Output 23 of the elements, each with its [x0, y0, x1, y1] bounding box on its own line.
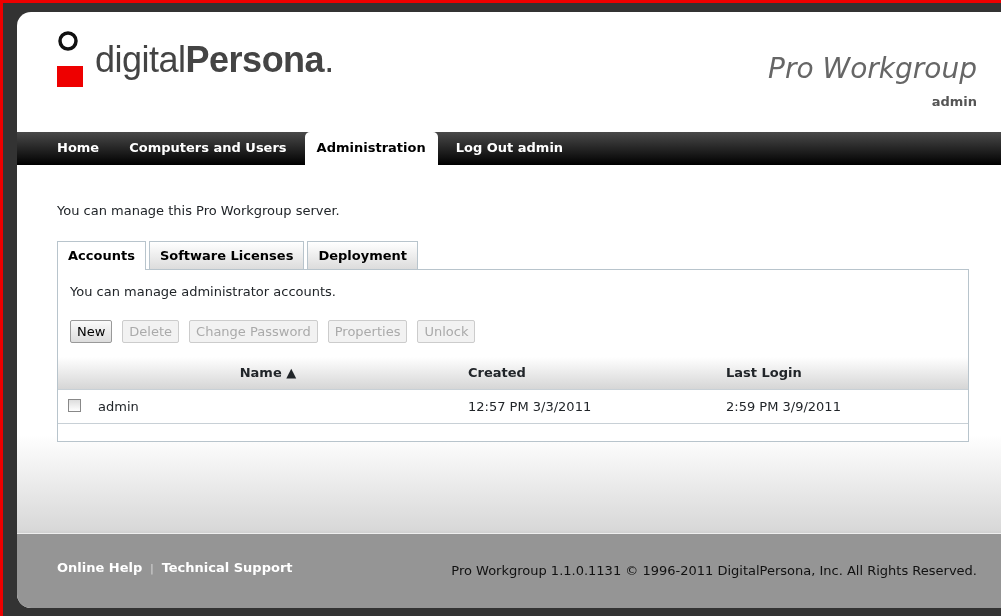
nav-tab[interactable]: Home	[45, 131, 112, 165]
table-cell: admin	[98, 388, 468, 424]
tab[interactable]: Software Licenses	[148, 240, 305, 269]
toolbar-button[interactable]: New	[70, 319, 113, 343]
tab[interactable]: Accounts	[57, 240, 146, 270]
separator: |	[150, 561, 154, 576]
nav-tab[interactable]: Administration	[304, 131, 438, 165]
row-checkbox[interactable]	[68, 398, 81, 412]
column-header[interactable]: Last Login	[726, 357, 968, 389]
user-name: admin	[930, 93, 977, 110]
intro-text: You can manage this Pro Workgroup server.	[57, 202, 341, 220]
table-cell: 2:59 PM 3/9/2011	[726, 388, 968, 424]
logo-icon	[57, 31, 83, 89]
copyright-text: Pro Workgroup 1.1.0.1131 © 1996-2011 DigitalPersona, Inc. All Rights Reserved.	[451, 562, 977, 581]
nav-tab[interactable]: Computers and Users	[117, 131, 299, 165]
tab[interactable]: Deployment	[307, 240, 418, 269]
column-header[interactable]: Created	[468, 357, 726, 389]
column-header[interactable]: Name ▲	[98, 357, 468, 389]
logo-text: digitalPersona.	[95, 38, 334, 82]
panel-text: You can manage administrator accounts.	[69, 283, 337, 301]
table-cell: 12:57 PM 3/3/2011	[468, 388, 726, 424]
nav-tab[interactable]: Log Out admin	[443, 131, 576, 165]
product-title: Pro Workgroup	[768, 52, 977, 86]
